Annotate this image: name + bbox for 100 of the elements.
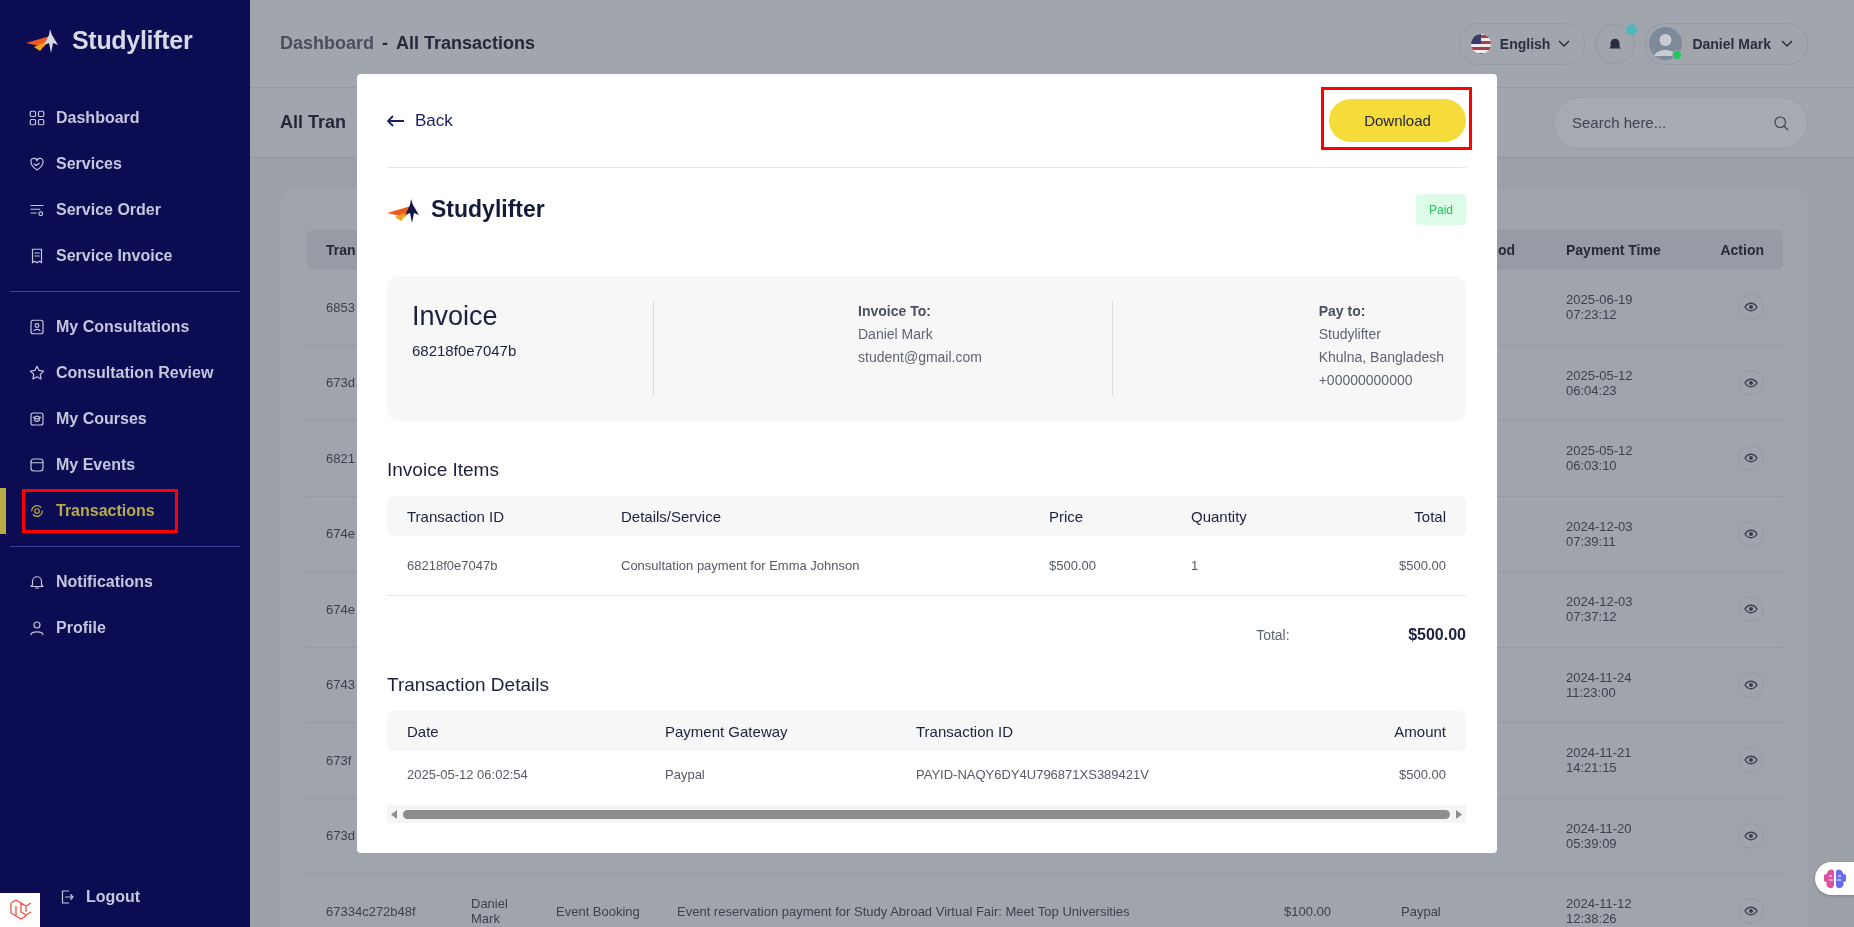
table-cell: PAYID-NAQY6DY4U796871XS389421V <box>916 767 1149 782</box>
triangle-left-icon[interactable] <box>391 809 397 819</box>
column-header: Payment Gateway <box>665 722 788 740</box>
back-link[interactable]: Back <box>387 110 453 131</box>
language-selector[interactable]: English <box>1458 22 1586 65</box>
table-cell: $500.00 <box>1399 558 1446 573</box>
calendar-icon <box>28 456 46 474</box>
coin-cycle-icon <box>28 502 46 520</box>
table-cell: 2025-05-12 06:02:54 <box>407 767 528 782</box>
column-header: Total <box>1414 507 1446 525</box>
nav-item[interactable]: Consultation Review <box>0 350 250 396</box>
table-cell: 673d <box>326 375 355 391</box>
breadcrumb-current: All Transactions <box>396 33 536 54</box>
invoice-number: 68218f0e7047b <box>412 342 518 359</box>
eye-icon <box>1744 679 1758 690</box>
status-badge: Paid <box>1415 194 1466 225</box>
column-header: Transaction ID <box>407 507 504 525</box>
table-cell: Paypal <box>665 767 705 782</box>
nav-item[interactable]: My Events <box>0 442 250 488</box>
breadcrumb-separator: - <box>382 33 389 54</box>
address-heading: Pay to: <box>1318 303 1367 319</box>
column-header: Quantity <box>1191 507 1247 525</box>
eye-icon <box>1744 906 1758 917</box>
nav-item[interactable]: Dashboard <box>0 95 250 141</box>
nav-item[interactable]: My Consultations <box>0 304 250 350</box>
nav-item[interactable]: Service Order <box>0 187 250 233</box>
page-title: All Tran <box>280 112 346 133</box>
table-cell-text: 2024-11-24 11:23:00 <box>1566 669 1633 700</box>
download-button[interactable]: Download <box>1329 99 1466 142</box>
table-cell-text: Daniel Mark <box>471 896 509 927</box>
address-line: student@gmail.com <box>858 349 982 365</box>
table-cell-text: 2024-11-20 05:39:09 <box>1566 820 1633 851</box>
table-cell: 674e <box>326 601 355 617</box>
flag-icon <box>1469 32 1492 55</box>
book-cap-icon <box>28 410 46 428</box>
logout-link[interactable]: Logout <box>58 874 141 920</box>
eye-icon <box>1744 755 1758 766</box>
column-header: Payment Time <box>1566 242 1661 258</box>
table-cell: Paypal <box>1401 903 1441 919</box>
column-header: Details/Service <box>621 507 722 525</box>
total-label: Total: <box>1256 627 1291 643</box>
table-cell: 6853 <box>326 299 355 315</box>
nav-item[interactable]: Services <box>0 141 250 187</box>
column-header: od <box>1498 242 1516 258</box>
table-cell: $100.00 <box>1284 903 1331 919</box>
column-header: Tran <box>326 242 356 258</box>
address-line: +00000000000 <box>1318 372 1414 388</box>
table-cell-text: 2024-11-21 14:21:15 <box>1566 745 1633 776</box>
chevron-down-icon <box>1558 39 1571 48</box>
table-cell: 674e <box>326 526 355 542</box>
table-cell-text: 2025-06-19 07:23:12 <box>1566 292 1634 323</box>
assistant-button[interactable] <box>1815 862 1854 895</box>
nav-item[interactable]: Service Invoice <box>0 233 250 279</box>
nav-item[interactable]: My Courses <box>0 396 250 442</box>
nav-item[interactable]: Notifications <box>0 559 250 605</box>
user-menu[interactable]: Daniel Mark <box>1645 22 1808 65</box>
table-cell-text: 2025-05-12 06:03:10 <box>1566 443 1634 474</box>
nav-item[interactable]: Transactions <box>0 488 250 534</box>
address-line: Studylifter <box>1318 326 1382 342</box>
address-line: Daniel Mark <box>858 326 934 342</box>
avatar <box>1649 27 1683 60</box>
column-header: Amount <box>1394 722 1446 740</box>
contact-card-icon <box>28 318 46 336</box>
arrow-left-icon <box>387 114 405 127</box>
table-cell-text: 2024-11-12 12:38:26 <box>1566 896 1633 927</box>
column-header: Action <box>1720 242 1764 258</box>
table-cell: $500.00 <box>1049 558 1096 573</box>
eye-icon <box>1744 453 1758 464</box>
table-cell: Consultation payment for Emma Johnson <box>621 558 860 573</box>
table-cell: Event Booking <box>556 903 640 919</box>
grid-icon <box>28 109 46 127</box>
chevron-down-icon <box>1781 39 1793 48</box>
table-cell: 6743 <box>326 677 355 693</box>
nav-item[interactable]: Profile <box>0 605 250 651</box>
column-header: Price <box>1049 507 1084 525</box>
address-heading: Invoice To: <box>858 303 932 319</box>
bell-icon <box>28 573 46 591</box>
section-title: Invoice Items <box>387 459 500 481</box>
table-cell-text: 2024-12-03 07:39:11 <box>1566 518 1634 549</box>
star-icon <box>28 364 46 382</box>
eye-icon <box>1744 830 1758 841</box>
table-cell: Event reservation payment for Study Abroad Virtual Fair: Meet Top Universities <box>677 903 1130 919</box>
table-cell: 673d <box>326 828 355 844</box>
eye-icon <box>1744 604 1758 615</box>
brand-name: Studylifter <box>72 25 193 55</box>
cube-logo-icon[interactable] <box>8 898 32 922</box>
search-field[interactable]: Search here... <box>1553 96 1808 149</box>
table-cell-text: 2025-05-12 06:04:23 <box>1566 367 1634 398</box>
table-cell: $500.00 <box>1399 767 1446 782</box>
triangle-right-icon[interactable] <box>1456 809 1462 819</box>
eye-icon <box>1744 377 1758 388</box>
table-cell: 1 <box>1191 558 1199 573</box>
column-header: Transaction ID <box>916 722 1013 740</box>
section-title: Transaction Details <box>387 674 550 696</box>
horizontal-scrollbar[interactable] <box>387 805 1466 823</box>
column-header: Date <box>407 722 439 740</box>
table-cell: 68218f0e7047b <box>407 558 498 573</box>
address-line: Khulna, Bangladesh <box>1318 349 1444 365</box>
eye-icon <box>1744 302 1758 313</box>
table-cell-text: 2024-12-03 07:37:12 <box>1566 594 1634 625</box>
